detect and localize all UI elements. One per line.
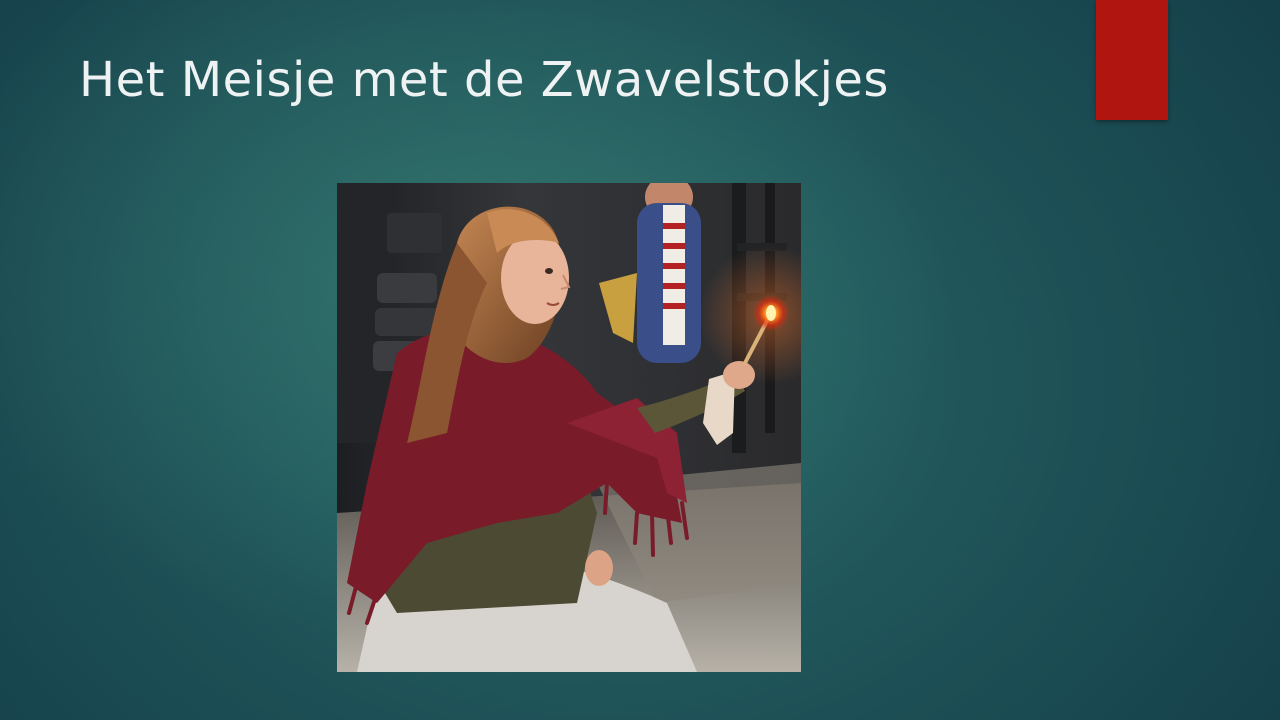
matchstick-girl-illustration: [337, 183, 801, 672]
slide: Het Meisje met de Zwavelstokjes: [0, 0, 1280, 720]
slide-title: Het Meisje met de Zwavelstokjes: [79, 52, 889, 108]
red-accent-bar: [1096, 0, 1168, 120]
slide-photo[interactable]: [337, 183, 801, 672]
